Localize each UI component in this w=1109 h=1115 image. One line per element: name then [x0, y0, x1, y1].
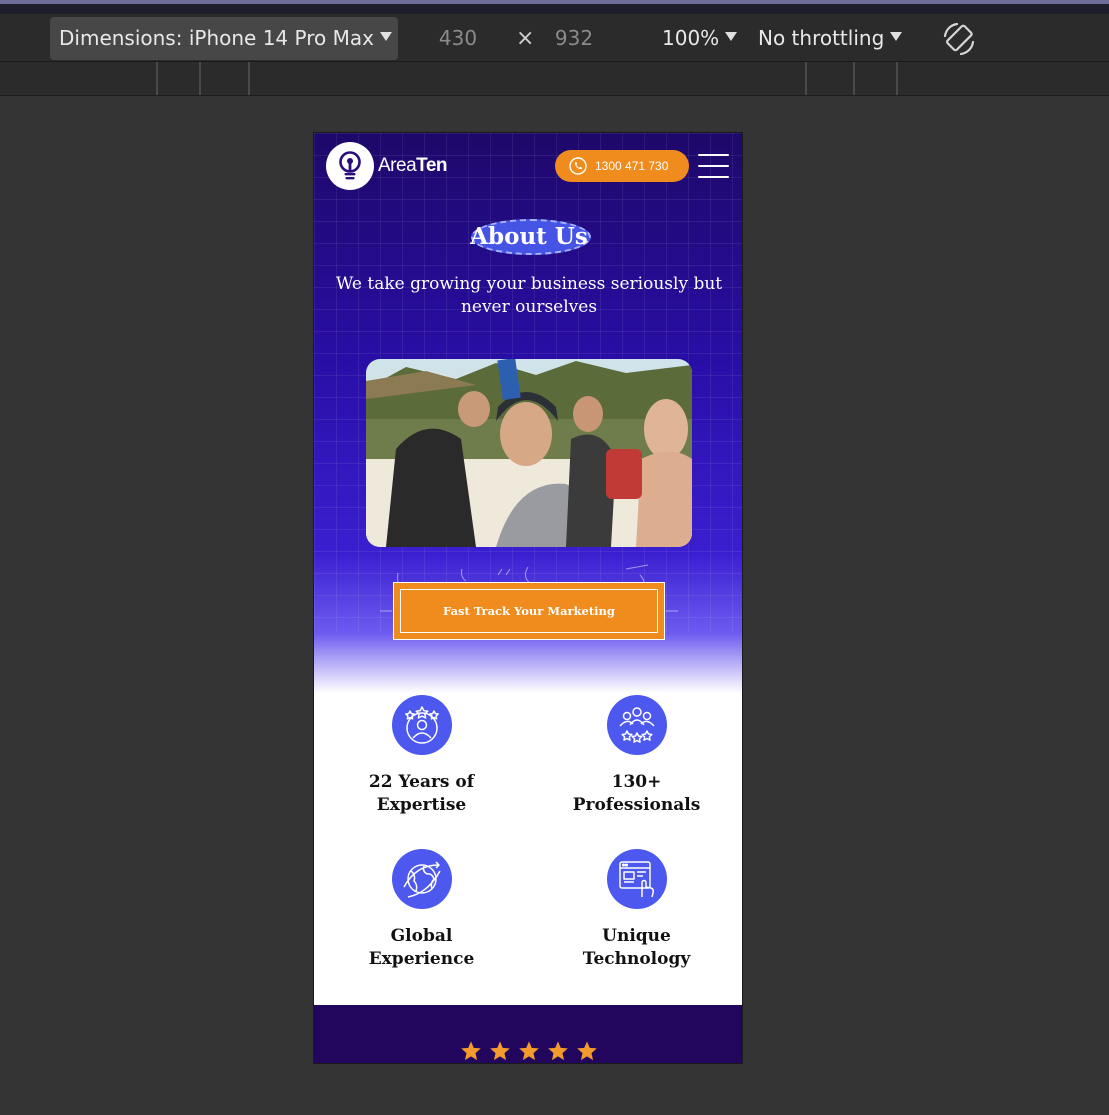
feature-label: Unique Technology: [529, 925, 742, 971]
star-icon: [577, 1041, 597, 1061]
device-viewport: AreaTen 1300 471 730 About Us We take gr…: [313, 132, 743, 1064]
ruler-divider: [805, 62, 807, 95]
width-input[interactable]: 430: [418, 17, 498, 60]
web-technology-icon: [606, 849, 667, 909]
ruler-divider: [248, 62, 250, 95]
logo-text-light: Area: [378, 155, 417, 176]
ruler-divider: [156, 62, 158, 95]
logo-text-bold: Ten: [416, 155, 448, 176]
feature-label-line2: Technology: [582, 949, 691, 969]
team-stars-icon: [606, 695, 667, 755]
feature-label-line1: 22 Years of: [368, 772, 475, 792]
page-tagline: We take growing your business seriously …: [335, 274, 723, 317]
rotate-icon[interactable]: [940, 20, 978, 58]
feature-label-line1: 130+: [611, 772, 662, 792]
chevron-down-icon: [379, 32, 392, 41]
menu-icon[interactable]: [698, 154, 729, 178]
ruler-divider: [896, 62, 898, 95]
phone-icon: [569, 157, 587, 175]
times-icon: ×: [516, 26, 535, 51]
feature-label-line2: Expertise: [376, 795, 467, 815]
fast-track-label: Fast Track Your Marketing: [400, 589, 658, 633]
window-top-strip: [0, 0, 1109, 14]
star-icon: [461, 1041, 481, 1061]
device-toolbar: Dimensions: iPhone 14 Pro Max 430 × 932 …: [0, 14, 1109, 62]
feature-unique-technology: Unique Technology: [529, 849, 742, 971]
globe-icon: [391, 849, 452, 909]
zoom-select[interactable]: 100%: [662, 17, 738, 60]
throttling-label: No throttling: [758, 26, 885, 50]
star-icon: [490, 1041, 510, 1061]
feature-global-experience: Global Experience: [314, 849, 529, 971]
phone-number: 1300 471 730: [595, 159, 669, 173]
feature-professionals: 130+ Professionals: [529, 695, 742, 817]
feature-label: 130+ Professionals: [529, 771, 742, 817]
height-input[interactable]: 932: [544, 17, 604, 60]
call-button[interactable]: 1300 471 730: [555, 150, 689, 182]
feature-years-expertise: 22 Years of Expertise: [314, 695, 529, 817]
rating-stars: [314, 1040, 742, 1063]
feature-label-line1: Unique: [602, 926, 671, 946]
lightbulb-logo-icon[interactable]: [326, 142, 374, 190]
ruler-divider: [853, 62, 855, 95]
zoom-label: 100%: [662, 26, 720, 50]
star-person-icon: [391, 695, 452, 755]
media-query-ruler: [0, 62, 1109, 96]
chevron-down-icon: [725, 32, 738, 41]
dimensions-select[interactable]: Dimensions: iPhone 14 Pro Max: [50, 17, 398, 60]
feature-label-line2: Professionals: [572, 795, 701, 815]
feature-label: 22 Years of Expertise: [314, 771, 529, 817]
feature-label: Global Experience: [314, 925, 529, 971]
page-title: About Us: [470, 223, 588, 250]
team-photo: [366, 359, 692, 547]
star-icon: [519, 1041, 539, 1061]
brand-logo-text[interactable]: AreaTen: [378, 155, 448, 177]
star-icon: [548, 1041, 568, 1061]
feature-label-line1: Global: [390, 926, 453, 946]
feature-label-line2: Experience: [368, 949, 475, 969]
chevron-down-icon: [890, 32, 903, 41]
fast-track-button[interactable]: Fast Track Your Marketing: [393, 582, 665, 640]
ruler-divider: [199, 62, 201, 95]
dimensions-label: Dimensions: iPhone 14 Pro Max: [59, 26, 374, 50]
throttling-select[interactable]: No throttling: [758, 17, 903, 60]
